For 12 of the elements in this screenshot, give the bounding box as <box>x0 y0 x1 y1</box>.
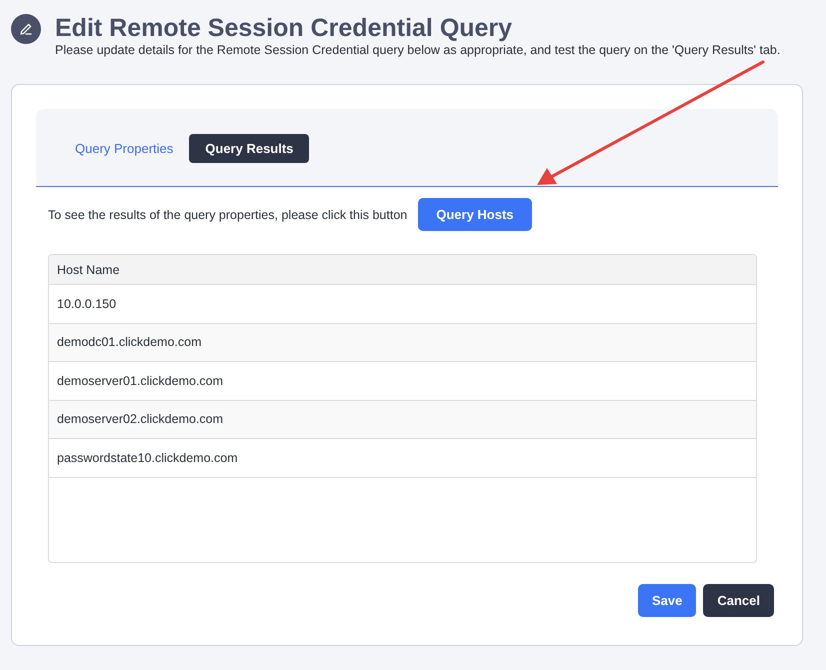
tab[interactable]: Query Results <box>189 134 310 163</box>
table-cell: demoserver02.clickdemo.com <box>49 400 756 439</box>
table-cell: demodc01.clickdemo.com <box>49 324 756 362</box>
cancel-button[interactable]: Cancel <box>703 584 774 617</box>
pencil-icon <box>11 14 41 44</box>
instruction-text: To see the results of the query properties, please click this button <box>48 208 408 222</box>
column-header: Host Name <box>49 255 756 285</box>
query-hosts-button[interactable]: Query Hosts <box>418 198 532 231</box>
tab[interactable]: Query Properties <box>59 134 190 163</box>
page-subtitle: Please update details for the Remote Session Credential query below as appropriate, and test the query on the 'Query Results' tab. <box>55 42 780 58</box>
save-button[interactable]: Save <box>638 584 696 617</box>
page-title: Edit Remote Session Credential Query <box>55 14 514 42</box>
